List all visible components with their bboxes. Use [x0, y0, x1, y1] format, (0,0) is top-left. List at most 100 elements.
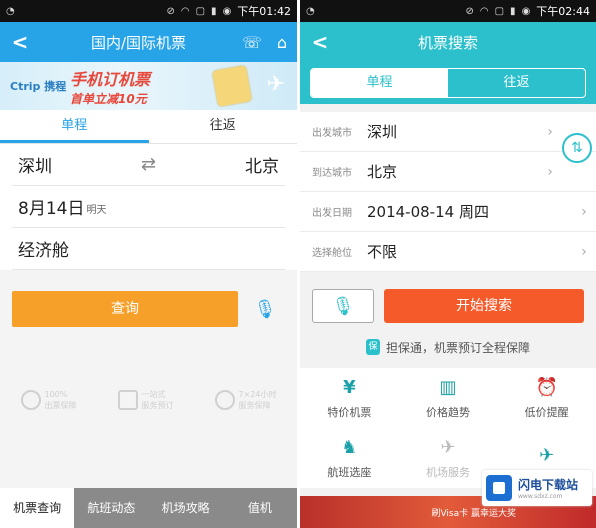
- grid-label: 航班选座: [327, 466, 372, 479]
- departure-date-row[interactable]: 出发日期 2014-08-14 周四 ›: [300, 192, 596, 232]
- departure-date: 8月14日: [18, 199, 85, 219]
- signal-icon: ▮: [211, 5, 217, 17]
- grid-label: 特价机票: [327, 406, 372, 419]
- row-value: 2014-08-14 周四: [367, 203, 489, 221]
- chevron-right-icon: ›: [581, 203, 587, 220]
- cabin-row[interactable]: 经济舱: [12, 228, 285, 270]
- microphone-icon[interactable]: 🎙: [252, 294, 278, 324]
- status-time: 下午01:42: [237, 5, 291, 18]
- service-badges: 100% 出票保障 一站式服务预订 7×24小时 服务保障: [0, 360, 297, 440]
- swap-icon[interactable]: ⇄: [129, 154, 169, 175]
- title-bar: < 机票搜索: [300, 22, 596, 62]
- guarantee-text: 担保通，机票预订全程保障: [385, 340, 530, 355]
- airport-icon: ✈: [440, 437, 456, 458]
- left-screen: ◔ ⊘ ◠ ▢ ▮ ◉ 下午01:42 < 国内/国际机票 ☏ ⌂ Ctrip …: [0, 0, 297, 528]
- date-hint: 明天: [86, 205, 107, 216]
- airplane-icon: ✈: [266, 72, 285, 97]
- clock-icon: [214, 390, 235, 410]
- battery-icon: ◉: [222, 5, 232, 17]
- grid-item-price-trend[interactable]: ▥ 价格趋势: [399, 368, 498, 428]
- app-notification-icon: ◔: [306, 5, 315, 17]
- watermark-logo: 闪电下载站 www.sdxz.com: [482, 470, 592, 506]
- service-badge: 100% 出票保障: [20, 389, 77, 411]
- nav-check-in[interactable]: 值机: [223, 488, 297, 528]
- brand-logo: Ctrip 携程: [10, 80, 67, 93]
- phone-icon[interactable]: ☏: [237, 33, 267, 52]
- voice-search-button[interactable]: 🎙: [312, 289, 374, 323]
- page-title: 国内/国际机票: [90, 33, 187, 52]
- guarantee-note[interactable]: 保 担保通，机票预订全程保障: [300, 332, 596, 362]
- trip-type-tabs: 单程 往返: [0, 110, 297, 144]
- promo-banner[interactable]: Ctrip 携程 手机订机票 首单立减10元 ✈: [0, 62, 297, 110]
- nfc-icon: ▢: [195, 5, 206, 17]
- back-icon[interactable]: <: [0, 30, 40, 54]
- home-icon[interactable]: ⌂: [267, 33, 297, 52]
- page-title: 机票搜索: [417, 33, 478, 52]
- grid-item-special-fares[interactable]: ¥ 特价机票: [300, 368, 399, 428]
- cabin-row[interactable]: 选择舱位 不限 ›: [300, 232, 596, 272]
- microphone-icon: 🎙: [331, 296, 355, 317]
- search-row: 🎙 开始搜索: [300, 280, 596, 332]
- nfc-icon: ▢: [494, 5, 505, 17]
- app-notification-icon: ◔: [6, 5, 15, 17]
- service-line2: 服务预订: [141, 401, 174, 410]
- service-line1: 一站式: [141, 390, 166, 399]
- nav-airport-guide[interactable]: 机场攻略: [149, 488, 223, 528]
- status-time: 下午02:44: [536, 5, 590, 18]
- back-icon[interactable]: <: [300, 30, 340, 54]
- airplane-icon: ✈: [539, 445, 555, 466]
- arrival-city[interactable]: 北京: [169, 152, 286, 177]
- departure-city[interactable]: 深圳: [12, 152, 129, 177]
- nav-flight-search[interactable]: 机票查询: [0, 488, 75, 528]
- swap-cities-icon[interactable]: ⇅: [562, 133, 592, 163]
- ad-text: 刷Visa卡 赢幸运大奖: [431, 508, 516, 519]
- cabin-class: 经济舱: [18, 241, 69, 261]
- grid-label: 价格趋势: [425, 406, 470, 419]
- download-site-icon: [486, 475, 512, 501]
- search-form: 出发城市 深圳 › 到达城市 北京 › 出发日期 2014-08-14 周四 ›…: [300, 112, 596, 272]
- segment-round-trip[interactable]: 往返: [448, 69, 585, 97]
- row-label: 到达城市: [312, 168, 352, 179]
- promo-line1: 手机订机票: [70, 69, 151, 89]
- right-screen: ◔ ⊘ ◠ ▢ ▮ ◉ 下午02:44 < 机票搜索 单程 往返 出发城市 深圳…: [300, 0, 596, 528]
- row-value: 不限: [367, 243, 398, 261]
- service-line2: 服务保障: [238, 401, 271, 410]
- status-bar: ◔ ⊘ ◠ ▢ ▮ ◉ 下午01:42: [0, 0, 297, 22]
- grid-item-seat-selection[interactable]: ♞ 航班选座: [300, 428, 399, 488]
- segment-one-way[interactable]: 单程: [311, 69, 448, 97]
- row-label: 出发城市: [312, 128, 352, 139]
- grid-item-price-alert[interactable]: ⏰ 低价提醒: [497, 368, 596, 428]
- service-badge: 一站式 服务预订: [117, 389, 174, 411]
- tab-one-way[interactable]: 单程: [0, 110, 149, 143]
- alarm-clock-icon: ⏰: [535, 377, 558, 398]
- bar-chart-icon: ▥: [439, 377, 457, 398]
- nav-flight-status[interactable]: 航班动态: [74, 488, 148, 528]
- shield-icon: 保: [365, 339, 380, 355]
- bottom-nav: 机票查询 航班动态 机场攻略 值机: [0, 488, 297, 528]
- service-line1: 100%: [44, 390, 68, 399]
- service-line2: 出票保障: [44, 401, 77, 410]
- start-search-button[interactable]: 开始搜索: [384, 289, 584, 323]
- arrival-city-row[interactable]: 到达城市 北京 ›: [300, 152, 596, 192]
- wifi-icon: ◠: [479, 5, 489, 17]
- service-badge: 7×24小时 服务保障: [214, 389, 277, 411]
- chevron-right-icon: ›: [547, 163, 553, 180]
- date-row[interactable]: 8月14日 明天: [12, 186, 285, 228]
- query-row: 查询 🎙: [0, 270, 297, 348]
- city-row: 深圳 ⇄ 北京: [12, 144, 285, 186]
- mute-icon: ⊘: [166, 5, 175, 17]
- departure-city-row[interactable]: 出发城市 深圳 ›: [300, 112, 596, 152]
- signal-icon: ▮: [510, 5, 516, 17]
- price-tag-icon: ¥: [343, 377, 356, 398]
- seat-icon: ♞: [341, 437, 358, 458]
- watermark-title: 闪电下载站: [518, 478, 579, 492]
- shield-icon: [20, 390, 41, 410]
- watermark-url: www.sdxz.com: [518, 493, 563, 500]
- tab-round-trip[interactable]: 往返: [149, 110, 298, 143]
- chevron-right-icon: ›: [547, 123, 553, 140]
- service-line1: 7×24小时: [238, 390, 277, 399]
- title-bar: < 国内/国际机票 ☏ ⌂: [0, 22, 297, 62]
- query-button[interactable]: 查询: [12, 291, 238, 327]
- trip-type-segment: 单程 往返: [300, 62, 596, 104]
- row-value: 深圳: [367, 123, 398, 141]
